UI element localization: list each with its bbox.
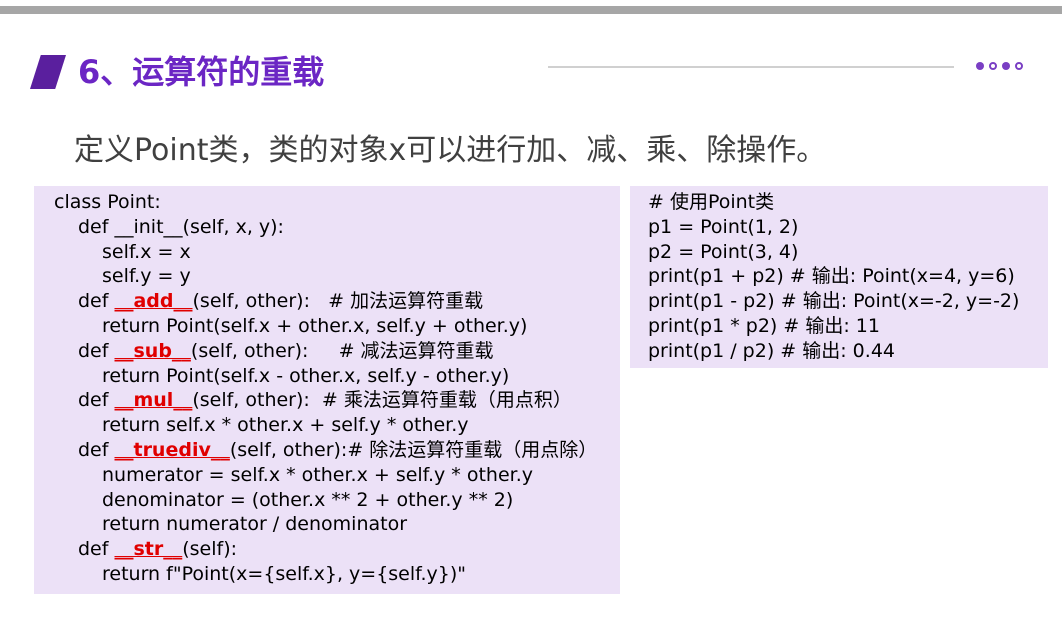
code-line: def __add__(self, other): # 加法运算符重载 <box>54 289 620 314</box>
method-name-sub: __sub__ <box>114 339 191 362</box>
code-line: return f"Point(x={self.x}, y={self.y})" <box>102 562 466 585</box>
method-name-str: __str__ <box>114 538 183 561</box>
code-line: return numerator / denominator <box>102 513 408 536</box>
code-line: def __mul__(self, other): # 乘法运算符重载（用点积） <box>54 388 620 413</box>
code-line: print(p1 / p2) # 输出: 0.44 <box>648 339 895 362</box>
code-line: p1 = Point(1, 2) <box>648 215 799 238</box>
code-line: def __init__(self, x, y): <box>78 215 284 238</box>
code-line: numerator = self.x * other.x + self.y * … <box>102 463 534 486</box>
dots-indicator-icon <box>976 62 1023 70</box>
title-rule <box>548 66 954 68</box>
dot-icon <box>1002 62 1010 70</box>
code-line: print(p1 * p2) # 输出: 11 <box>648 314 880 337</box>
code-line: def __truediv__(self, other):# 除法运算符重载（用… <box>54 438 620 463</box>
class-definition-code: class Point: def __init__(self, x, y): s… <box>34 186 620 594</box>
code-text: (self): <box>182 538 238 561</box>
code-line: p2 = Point(3, 4) <box>648 240 799 263</box>
code-line: self.y = y <box>102 265 191 288</box>
code-line: self.x = x <box>102 240 191 263</box>
slide-title: 6、运算符的重载 <box>78 53 325 91</box>
dot-icon <box>976 62 984 70</box>
top-bar <box>0 6 1062 14</box>
code-line: class Point: <box>54 191 161 213</box>
code-line: return Point(self.x - other.x, self.y - … <box>102 364 510 387</box>
dot-icon <box>989 62 997 70</box>
code-line: print(p1 + p2) # 输出: Point(x=4, y=6) <box>648 265 1015 288</box>
code-keyword: def <box>78 290 115 313</box>
code-line: return Point(self.x + other.x, self.y + … <box>102 314 528 337</box>
code-keyword: def <box>78 339 115 362</box>
code-line: def __sub__(self, other): # 减法运算符重载 <box>54 339 620 364</box>
parallelogram-mark-icon <box>30 55 66 89</box>
code-keyword: def <box>78 538 115 561</box>
code-text: (self, other): # 乘法运算符重载（用点积） <box>192 389 572 412</box>
method-name-truediv: __truediv__ <box>114 438 230 461</box>
code-line: print(p1 - p2) # 输出: Point(x=-2, y=-2) <box>648 290 1020 313</box>
method-name-add: __add__ <box>114 290 193 313</box>
code-line: def __str__(self): <box>54 537 620 562</box>
code-text: (self, other): # 减法运算符重载 <box>190 339 494 362</box>
slide-subtitle: 定义Point类，类的对象x可以进行加、减、乘、除操作。 <box>74 133 827 168</box>
code-line: # 使用Point类 <box>648 191 775 213</box>
code-text: (self, other): # 加法运算符重载 <box>192 290 484 313</box>
method-name-mul: __mul__ <box>114 389 193 412</box>
code-keyword: def <box>78 438 115 461</box>
code-keyword: def <box>78 389 115 412</box>
code-text: (self, other):# 除法运算符重载（用点除） <box>229 438 598 461</box>
dot-icon <box>1015 62 1023 70</box>
code-line: denominator = (other.x ** 2 + other.y **… <box>102 488 514 511</box>
usage-example-code: # 使用Point类 p1 = Point(1, 2) p2 = Point(3… <box>630 186 1048 368</box>
code-line: return self.x * other.x + self.y * other… <box>102 414 469 437</box>
